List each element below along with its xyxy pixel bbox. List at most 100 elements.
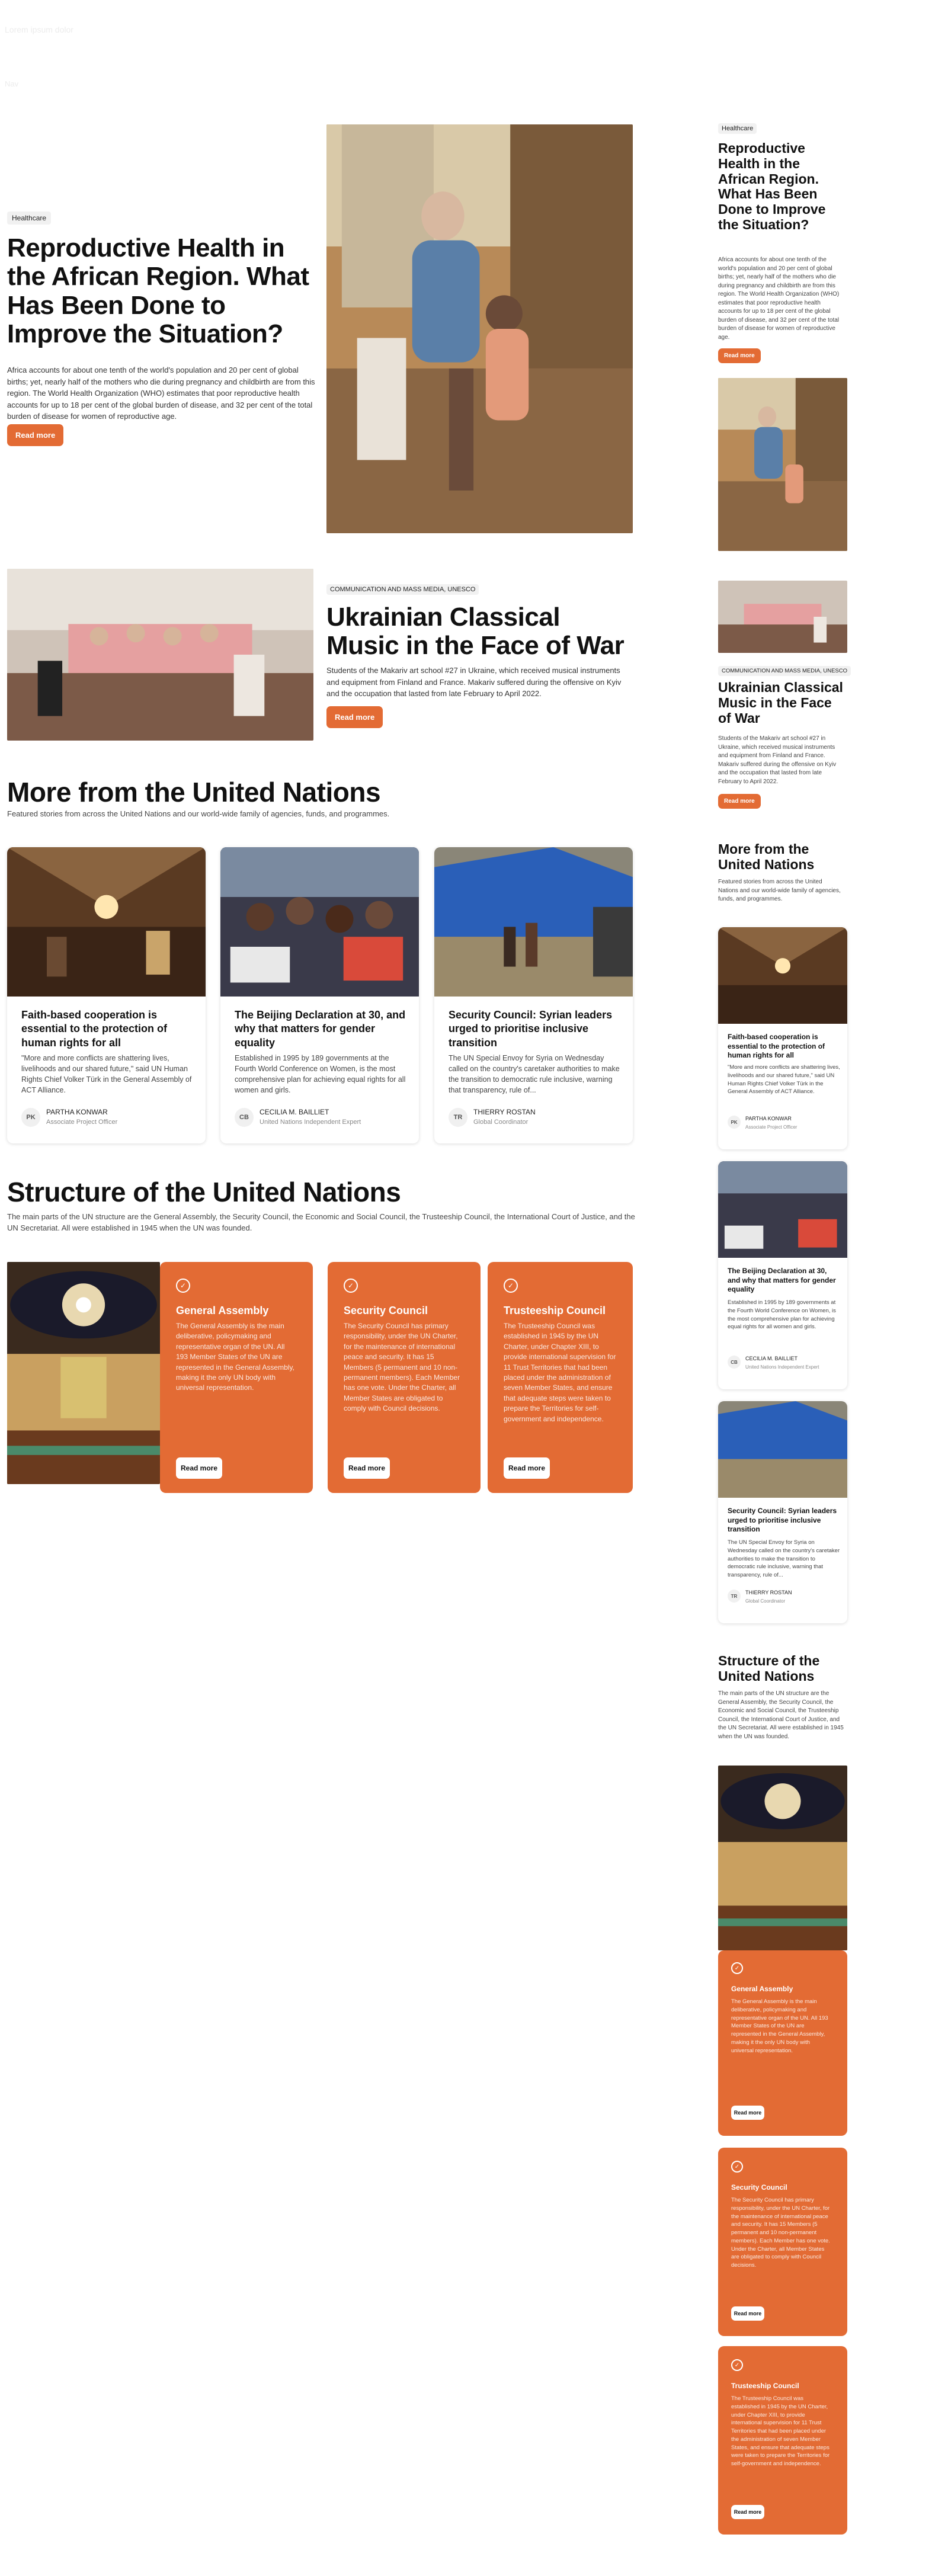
m-organ-body: The General Assembly is the main deliber… — [731, 1998, 828, 2054]
m-more-title: More from the United Nations — [718, 841, 815, 873]
feature-tag-label: COMMUNICATION AND MASS MEDIA, UNESCO — [326, 584, 479, 595]
check-circle-icon: ✓ — [731, 2161, 743, 2173]
story-card[interactable]: Faith-based cooperation is essential to … — [7, 847, 206, 1143]
story-image — [220, 847, 419, 997]
m-story-body: The UN Special Envoy for Syria on Wednes… — [728, 1539, 840, 1579]
author-avatar: PK — [21, 1108, 40, 1127]
author-avatar: CB — [235, 1108, 254, 1127]
m-more-subtitle: Featured stories from across the United … — [718, 879, 841, 902]
check-circle-icon: ✓ — [344, 1279, 358, 1293]
organ-body: The Security Council has primary respons… — [344, 1322, 460, 1413]
m-author-role: Associate Project Officer — [745, 1124, 798, 1130]
m-story-card[interactable]: Security Council: Syrian leaders urged t… — [718, 1401, 847, 1623]
m-hero-tag: Healthcare — [718, 123, 757, 134]
m-feature-image — [718, 581, 847, 653]
author-name: PARTHA KONWAR — [46, 1108, 108, 1116]
story-image — [434, 847, 633, 997]
story-title: Faith-based cooperation is essential to … — [21, 1009, 168, 1049]
m-author-avatar: PK — [728, 1116, 741, 1129]
feature-title: Ukrainian Classical Music in the Face of… — [326, 603, 624, 661]
m-hero-read-more-label: Read more — [718, 348, 761, 363]
m-feature-tag: COMMUNICATION AND MASS MEDIA, UNESCO — [718, 665, 851, 676]
author-name: THIERRY ROSTAN — [473, 1108, 536, 1116]
feature-body: Students of the Makariv art school #27 i… — [326, 666, 622, 698]
structure-subtitle: The main parts of the UN structure are t… — [7, 1212, 635, 1232]
m-story-title: Faith-based cooperation is essential to … — [728, 1033, 825, 1060]
m-general-assembly-hall-image — [718, 1766, 847, 1950]
story-body: Established in 1995 by 189 governments a… — [235, 1054, 406, 1095]
m-organ-card-trusteeship-council: ✓ Trusteeship Council The Trusteeship Co… — [718, 2346, 847, 2535]
organ-card-security-council: ✓ Security Council The Security Council … — [328, 1262, 481, 1493]
more-title: More from the United Nations — [7, 777, 381, 808]
m-organ-title: Security Council — [731, 2183, 787, 2191]
structure-title: Structure of the United Nations — [7, 1177, 401, 1207]
m-organ-card-general-assembly: ✓ General Assembly The General Assembly … — [718, 1950, 847, 2136]
check-circle-icon: ✓ — [504, 1279, 518, 1293]
more-subtitle: Featured stories from across the United … — [7, 809, 390, 818]
organ-title: Security Council — [344, 1305, 428, 1316]
organ-body: The Trusteeship Council was established … — [504, 1322, 616, 1423]
check-circle-icon: ✓ — [731, 1962, 743, 1974]
general-assembly-hall-image — [7, 1262, 160, 1484]
organ-card-trusteeship-council: ✓ Trusteeship Council The Trusteeship Co… — [488, 1262, 633, 1493]
m-feature-title: Ukrainian Classical Music in the Face of… — [718, 680, 843, 726]
story-title: Security Council: Syrian leaders urged t… — [449, 1009, 613, 1049]
m-story-body: Established in 1995 by 189 governments a… — [728, 1299, 836, 1331]
m-story-card[interactable]: The Beijing Declaration at 30, and why t… — [718, 1161, 847, 1389]
m-story-body: "More and more conflicts are shattering … — [728, 1064, 840, 1095]
hero-read-more-label: Read more — [7, 424, 64, 446]
m-organ-body: The Trusteeship Council was established … — [731, 2395, 830, 2468]
m-feature-body: Students of the Makariv art school #27 i… — [718, 735, 837, 785]
organ-read-more-button[interactable]: Read more — [344, 1457, 390, 1479]
organ-read-more-button[interactable]: Read more — [176, 1457, 222, 1479]
author-role: United Nations Independent Expert — [260, 1119, 361, 1126]
m-author-avatar: CB — [728, 1356, 741, 1369]
story-body: "More and more conflicts are shattering … — [21, 1054, 192, 1095]
organ-card-general-assembly: ✓ General Assembly The General Assembly … — [160, 1262, 313, 1493]
m-organ-body: The Security Council has primary respons… — [731, 2197, 830, 2269]
m-story-image — [718, 1161, 847, 1258]
feature-tag: COMMUNICATION AND MASS MEDIA, UNESCO — [326, 584, 479, 595]
hero-tag-label: Healthcare — [7, 212, 52, 225]
hero-image — [326, 124, 633, 533]
m-hero-image — [718, 378, 847, 551]
organ-title: Trusteeship Council — [504, 1305, 606, 1316]
organ-title: General Assembly — [176, 1305, 269, 1316]
m-story-title: Security Council: Syrian leaders urged t… — [728, 1507, 837, 1534]
m-story-image — [718, 927, 847, 1024]
m-organ-read-more-button[interactable]: Read more — [731, 2106, 764, 2120]
check-circle-icon: ✓ — [731, 2359, 743, 2371]
m-organ-card-security-council: ✓ Security Council The Security Council … — [718, 2148, 847, 2336]
m-feature-read-more-label: Read more — [718, 794, 761, 809]
organ-body: The General Assembly is the main deliber… — [176, 1322, 294, 1392]
hero-body: Africa accounts for about one tenth of t… — [7, 366, 315, 421]
m-hero-body: Africa accounts for about one tenth of t… — [718, 257, 840, 341]
author-role: Global Coordinator — [473, 1119, 529, 1126]
m-hero-read-more-button[interactable]: Read more — [718, 348, 761, 363]
m-hero-tag-label: Healthcare — [718, 123, 757, 134]
m-author-name: PARTHA KONWAR — [745, 1116, 792, 1122]
m-story-image — [718, 1401, 847, 1498]
m-hero-title: Reproductive Health in the African Regio… — [718, 140, 826, 232]
m-story-title: The Beijing Declaration at 30, and why t… — [728, 1267, 836, 1294]
m-author-name: CECILIA M. BAILLIET — [745, 1356, 798, 1361]
m-organ-read-more-button[interactable]: Read more — [731, 2505, 764, 2519]
organ-read-more-button[interactable]: Read more — [504, 1457, 550, 1479]
m-story-card[interactable]: Faith-based cooperation is essential to … — [718, 927, 847, 1149]
story-image — [7, 847, 206, 997]
hero-read-more-button[interactable]: Read more — [7, 424, 64, 446]
feature-read-more-button[interactable]: Read more — [326, 706, 383, 728]
story-card[interactable]: Security Council: Syrian leaders urged t… — [434, 847, 633, 1143]
author-role: Associate Project Officer — [46, 1119, 118, 1126]
m-structure-title: Structure of the United Nations — [718, 1653, 820, 1684]
author-avatar: TR — [449, 1108, 467, 1127]
m-organ-title: Trusteeship Council — [731, 2382, 799, 2390]
m-organ-title: General Assembly — [731, 1985, 793, 1993]
story-card[interactable]: The Beijing Declaration at 30, and why t… — [220, 847, 419, 1143]
feature-read-more-label: Read more — [326, 706, 383, 728]
story-body: The UN Special Envoy for Syria on Wednes… — [449, 1054, 620, 1095]
m-organ-read-more-button[interactable]: Read more — [731, 2306, 764, 2321]
m-feature-read-more-button[interactable]: Read more — [718, 794, 761, 809]
author-name: CECILIA M. BAILLIET — [260, 1108, 329, 1116]
faint-header-text: Lorem ipsum dolor — [5, 25, 73, 34]
